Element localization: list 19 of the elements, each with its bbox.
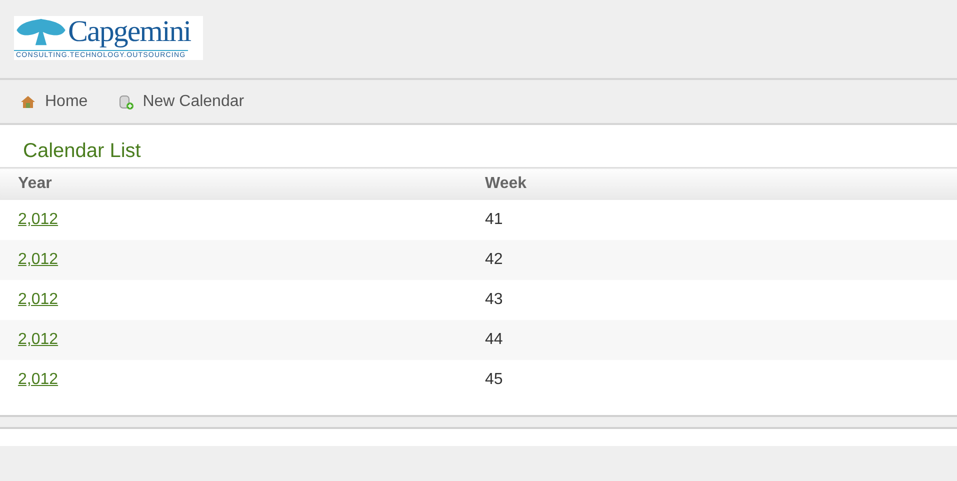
home-icon [20,94,36,110]
logo-wordmark: Capgemini [68,17,191,47]
nav-link[interactable]: New Calendar [118,92,244,110]
column-header: Week [467,168,957,200]
column-header: Year [0,168,467,200]
spade-icon [14,17,68,47]
year-link[interactable]: 2,012 [18,291,58,308]
page-title: Calendar List [22,139,142,164]
year-link[interactable]: 2,012 [18,331,58,348]
table-cell: 45 [485,371,503,388]
year-link[interactable]: 2,012 [18,251,58,268]
year-link[interactable]: 2,012 [18,371,58,388]
table-cell: 42 [485,251,503,268]
database-add-icon [118,94,134,110]
table-cell: 43 [485,291,503,308]
nav-link[interactable]: Home [20,92,88,110]
year-link[interactable]: 2,012 [18,211,58,228]
table-cell: 41 [485,211,503,228]
table-cell: 44 [485,331,503,348]
